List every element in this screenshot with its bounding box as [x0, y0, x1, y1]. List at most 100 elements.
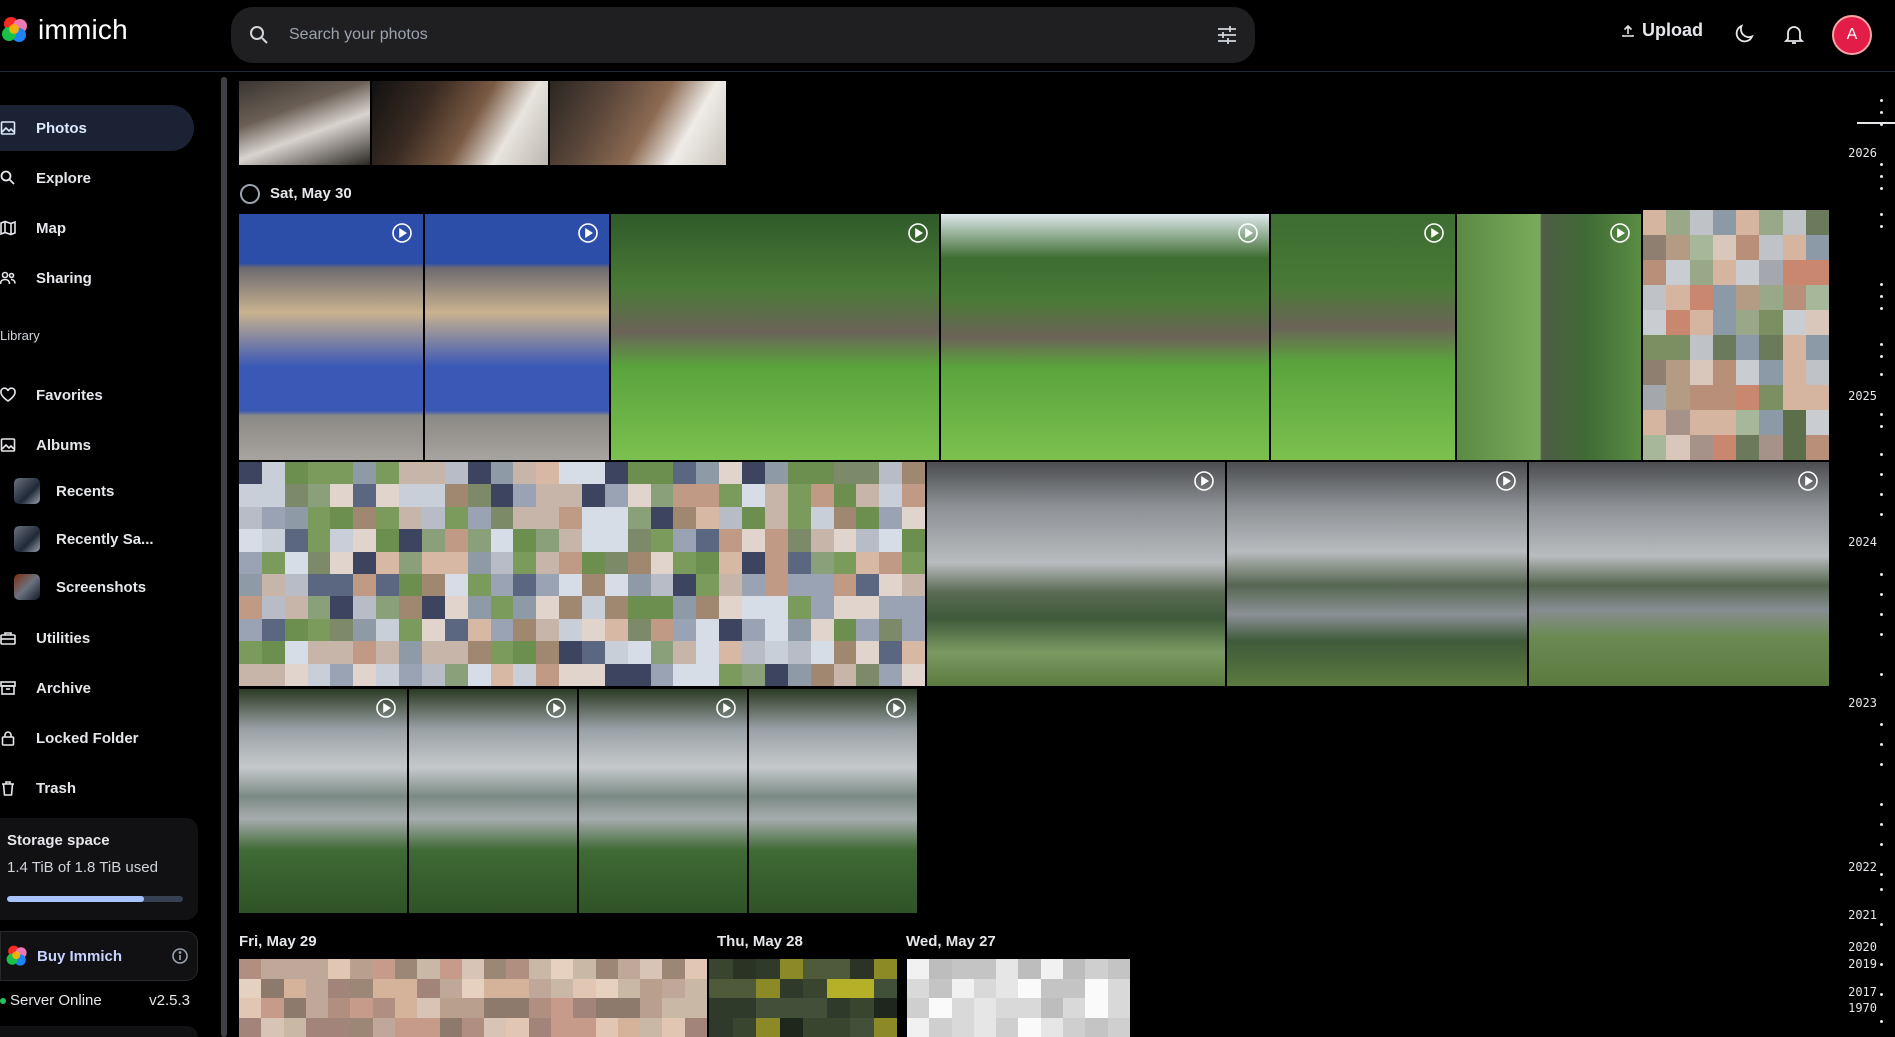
- mosaic-tile: [902, 529, 925, 552]
- sidebar-item-albums[interactable]: Albums: [0, 422, 194, 468]
- people-icon: [0, 268, 20, 288]
- mosaic-tile: [1063, 978, 1086, 998]
- play-icon: [546, 698, 566, 718]
- sidebar-item-locked-folder[interactable]: Locked Folder: [0, 715, 194, 761]
- mosaic-tile: [604, 506, 628, 530]
- photo-thumbnail[interactable]: [550, 81, 726, 165]
- photo-thumbnail[interactable]: [927, 462, 1225, 686]
- sidebar-item-archive[interactable]: Archive: [0, 665, 194, 711]
- mosaic-tile: [421, 641, 445, 664]
- photo-thumbnail[interactable]: [239, 689, 407, 913]
- mosaic-tile: [395, 998, 418, 1018]
- photo-thumbnail[interactable]: [1227, 462, 1527, 686]
- photo-thumbnail[interactable]: [1271, 214, 1455, 460]
- mosaic-tile: [421, 618, 445, 642]
- album-item-screenshots[interactable]: Screenshots: [14, 567, 194, 607]
- mosaic-tile: [1018, 998, 1041, 1018]
- photo-thumbnail[interactable]: [239, 214, 423, 460]
- photo-thumbnail[interactable]: [372, 81, 548, 165]
- mosaic-tile: [810, 663, 834, 686]
- mosaic-tile: [673, 506, 697, 530]
- photo-thumbnail[interactable]: [409, 689, 577, 913]
- mosaic-tile: [1782, 410, 1806, 435]
- photo-thumbnail[interactable]: [239, 959, 707, 1037]
- mosaic-tile: [973, 959, 997, 979]
- photo-thumbnail[interactable]: [941, 214, 1269, 460]
- photo-thumbnail[interactable]: [239, 462, 925, 686]
- select-day-checkbox[interactable]: [240, 184, 260, 204]
- photo-thumbnail[interactable]: [1643, 210, 1829, 460]
- mosaic-tile: [709, 959, 733, 979]
- search-input[interactable]: [289, 7, 1189, 63]
- photo-thumbnail[interactable]: [579, 689, 747, 913]
- photo-thumbnail[interactable]: [1457, 214, 1641, 460]
- theme-toggle-button[interactable]: [1732, 22, 1756, 51]
- mosaic-tile: [662, 1017, 685, 1037]
- server-status[interactable]: Server Online v2.5.3: [0, 992, 198, 1009]
- mosaic-tile: [261, 573, 285, 597]
- mosaic-tile: [559, 551, 582, 574]
- mosaic-tile: [1736, 360, 1760, 385]
- mosaic-tile: [787, 663, 811, 686]
- mosaic-tile: [879, 506, 903, 530]
- mosaic-tile: [826, 978, 850, 998]
- immich-logo[interactable]: immich: [0, 14, 128, 46]
- album-item-recents[interactable]: Recents: [14, 471, 194, 511]
- user-avatar[interactable]: A: [1832, 15, 1872, 55]
- mosaic-tile: [421, 663, 445, 686]
- mosaic-tile: [1085, 1017, 1108, 1037]
- sidebar-scrollbar[interactable]: [221, 77, 227, 1037]
- search-bar[interactable]: [231, 7, 1255, 63]
- mosaic-tile: [353, 484, 377, 507]
- mosaic-tile: [1040, 1017, 1064, 1037]
- album-item-recently-saved[interactable]: Recently Sa...: [14, 519, 194, 559]
- mosaic-tile: [372, 959, 395, 979]
- mosaic-tile: [873, 978, 897, 998]
- sidebar-item-photos[interactable]: Photos: [0, 105, 194, 151]
- mosaic-tile: [850, 978, 874, 998]
- buy-immich-button[interactable]: Buy Immich: [0, 931, 198, 981]
- mosaic-tile: [684, 978, 707, 998]
- sidebar: Photos Explore Map Sharing Library Favor…: [0, 73, 200, 1037]
- mosaic-tile: [873, 998, 897, 1018]
- scrubber-tick: [1880, 513, 1883, 516]
- notifications-button[interactable]: [1782, 22, 1806, 51]
- photo-thumbnail[interactable]: [611, 214, 939, 460]
- sidebar-item-sharing[interactable]: Sharing: [0, 255, 194, 301]
- mosaic-tile: [742, 529, 765, 552]
- timeline-scrubber[interactable]: 2026 2025 2024 2023 2022 2021 2020 2019 …: [1836, 73, 1895, 1037]
- photo-thumbnail[interactable]: [907, 959, 1130, 1037]
- mosaic-tile: [810, 573, 834, 597]
- sidebar-item-favorites[interactable]: Favorites: [0, 372, 194, 418]
- photo-thumbnail[interactable]: [709, 959, 897, 1037]
- play-icon: [716, 698, 736, 718]
- sidebar-item-utilities[interactable]: Utilities: [0, 615, 194, 661]
- mosaic-tile: [1782, 260, 1806, 285]
- mosaic-tile: [1805, 310, 1829, 335]
- mosaic-tile: [353, 596, 377, 619]
- upload-label: Upload: [1642, 20, 1703, 40]
- mosaic-tile: [696, 529, 720, 552]
- sidebar-item-explore[interactable]: Explore: [0, 155, 194, 201]
- photo-thumbnail[interactable]: [239, 81, 370, 165]
- search-options-icon[interactable]: [1215, 23, 1239, 47]
- info-icon[interactable]: [171, 947, 189, 965]
- mosaic-tile: [1643, 260, 1667, 285]
- mosaic-tile: [490, 618, 514, 642]
- sidebar-item-trash[interactable]: Trash: [0, 765, 194, 811]
- sidebar-item-map[interactable]: Map: [0, 205, 194, 251]
- photo-thumbnail[interactable]: [425, 214, 609, 460]
- photo-thumbnail[interactable]: [749, 689, 917, 913]
- mosaic-tile: [764, 663, 788, 686]
- mosaic-tile: [330, 462, 354, 485]
- mosaic-tile: [951, 978, 974, 998]
- mosaic-tile: [417, 1017, 440, 1037]
- play-icon: [1798, 471, 1818, 491]
- mosaic-tile: [490, 551, 514, 574]
- mosaic-tile: [467, 462, 491, 485]
- photo-thumbnail[interactable]: [1529, 462, 1829, 686]
- mosaic-tile: [1666, 310, 1690, 335]
- mosaic-tile: [353, 573, 377, 597]
- upload-button[interactable]: Upload: [1620, 20, 1703, 41]
- mosaic-tile: [261, 998, 284, 1018]
